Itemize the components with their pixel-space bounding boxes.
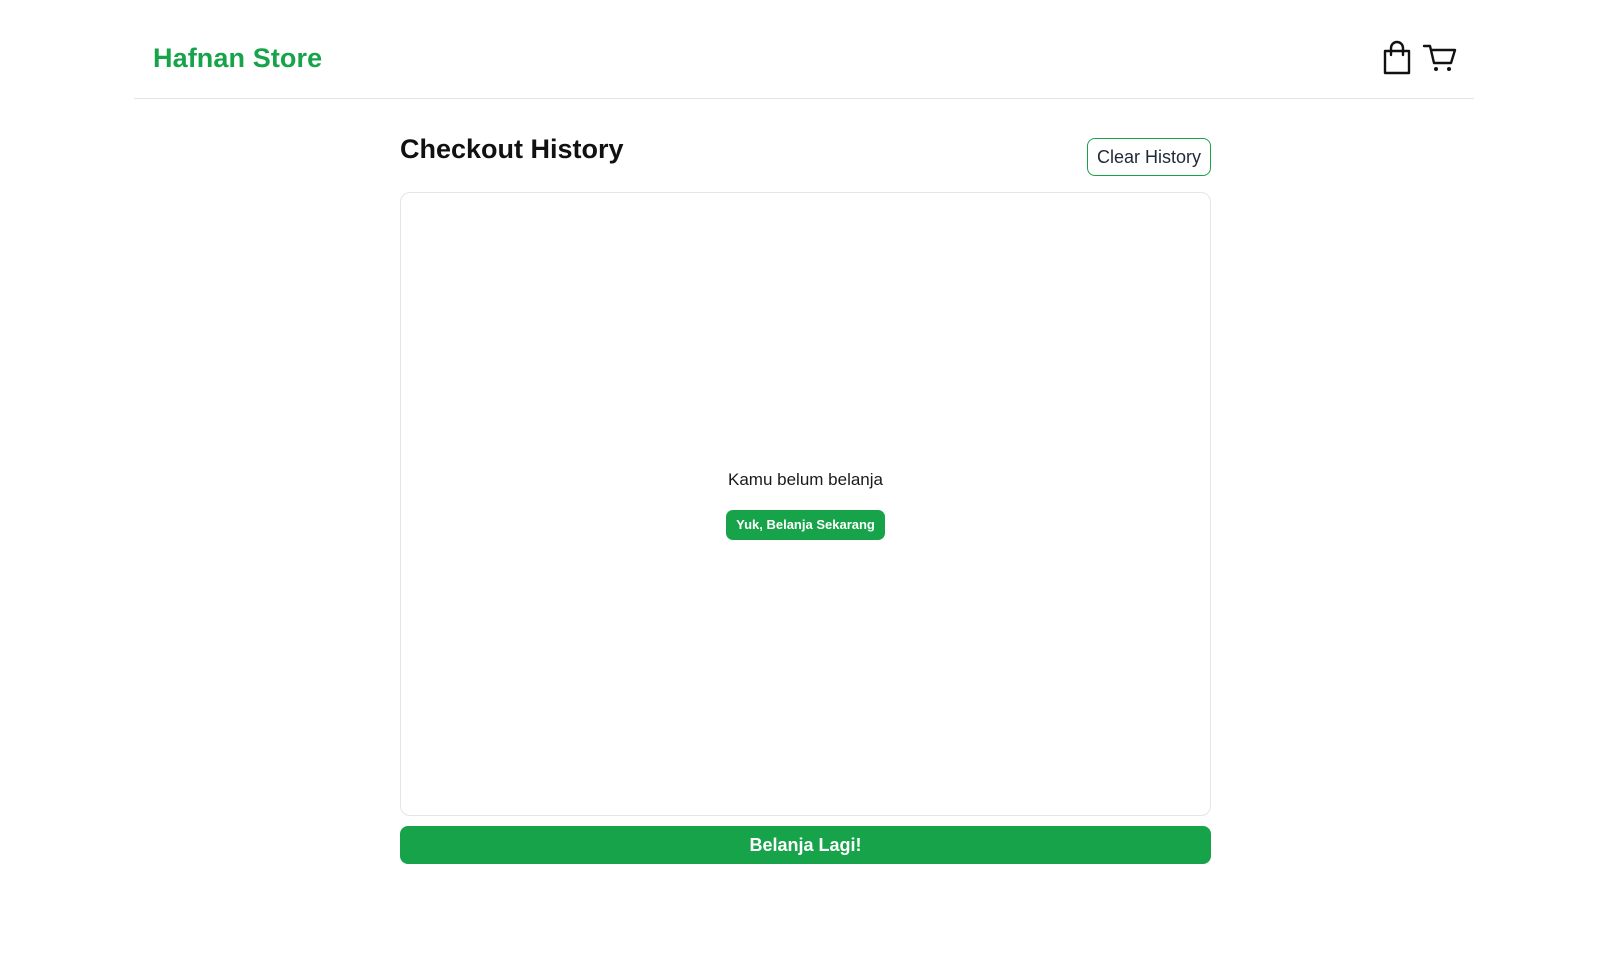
shopping-bag-icon[interactable] bbox=[1378, 38, 1416, 76]
cart-icon[interactable] bbox=[1422, 38, 1460, 76]
page-title: Checkout History bbox=[400, 134, 624, 164]
empty-state: Kamu belum belanja Yuk, Belanja Sekarang bbox=[401, 470, 1210, 540]
clear-history-button[interactable]: Clear History bbox=[1087, 138, 1211, 176]
shop-again-button[interactable]: Belanja Lagi! bbox=[400, 826, 1211, 864]
brand-logo[interactable]: Hafnan Store bbox=[153, 43, 322, 74]
history-panel: Kamu belum belanja Yuk, Belanja Sekarang bbox=[400, 192, 1211, 816]
navbar: Hafnan Store bbox=[134, 0, 1474, 99]
empty-state-message: Kamu belum belanja bbox=[728, 470, 883, 489]
shop-now-button[interactable]: Yuk, Belanja Sekarang bbox=[726, 510, 885, 540]
